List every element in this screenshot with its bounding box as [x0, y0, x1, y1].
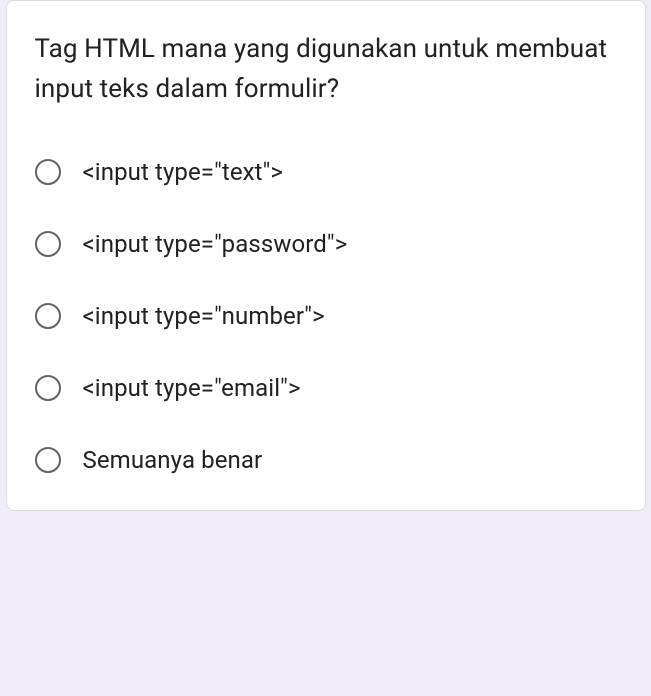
question-text: Tag HTML mana yang digunakan untuk membu… — [35, 29, 617, 110]
option-label: <input type="email"> — [83, 374, 301, 402]
option-1[interactable]: <input type="text"> — [35, 158, 617, 186]
option-label: <input type="text"> — [83, 158, 284, 186]
option-5[interactable]: Semuanya benar — [35, 446, 617, 474]
options-list: <input type="text"> <input type="passwor… — [35, 158, 617, 474]
radio-icon — [35, 159, 61, 185]
radio-icon — [35, 447, 61, 473]
option-4[interactable]: <input type="email"> — [35, 374, 617, 402]
radio-icon — [35, 231, 61, 257]
radio-icon — [35, 375, 61, 401]
option-2[interactable]: <input type="password"> — [35, 230, 617, 258]
option-label: Semuanya benar — [83, 446, 263, 474]
option-3[interactable]: <input type="number"> — [35, 302, 617, 330]
option-label: <input type="password"> — [83, 230, 348, 258]
radio-icon — [35, 303, 61, 329]
question-card: Tag HTML mana yang digunakan untuk membu… — [6, 0, 646, 511]
option-label: <input type="number"> — [83, 302, 325, 330]
